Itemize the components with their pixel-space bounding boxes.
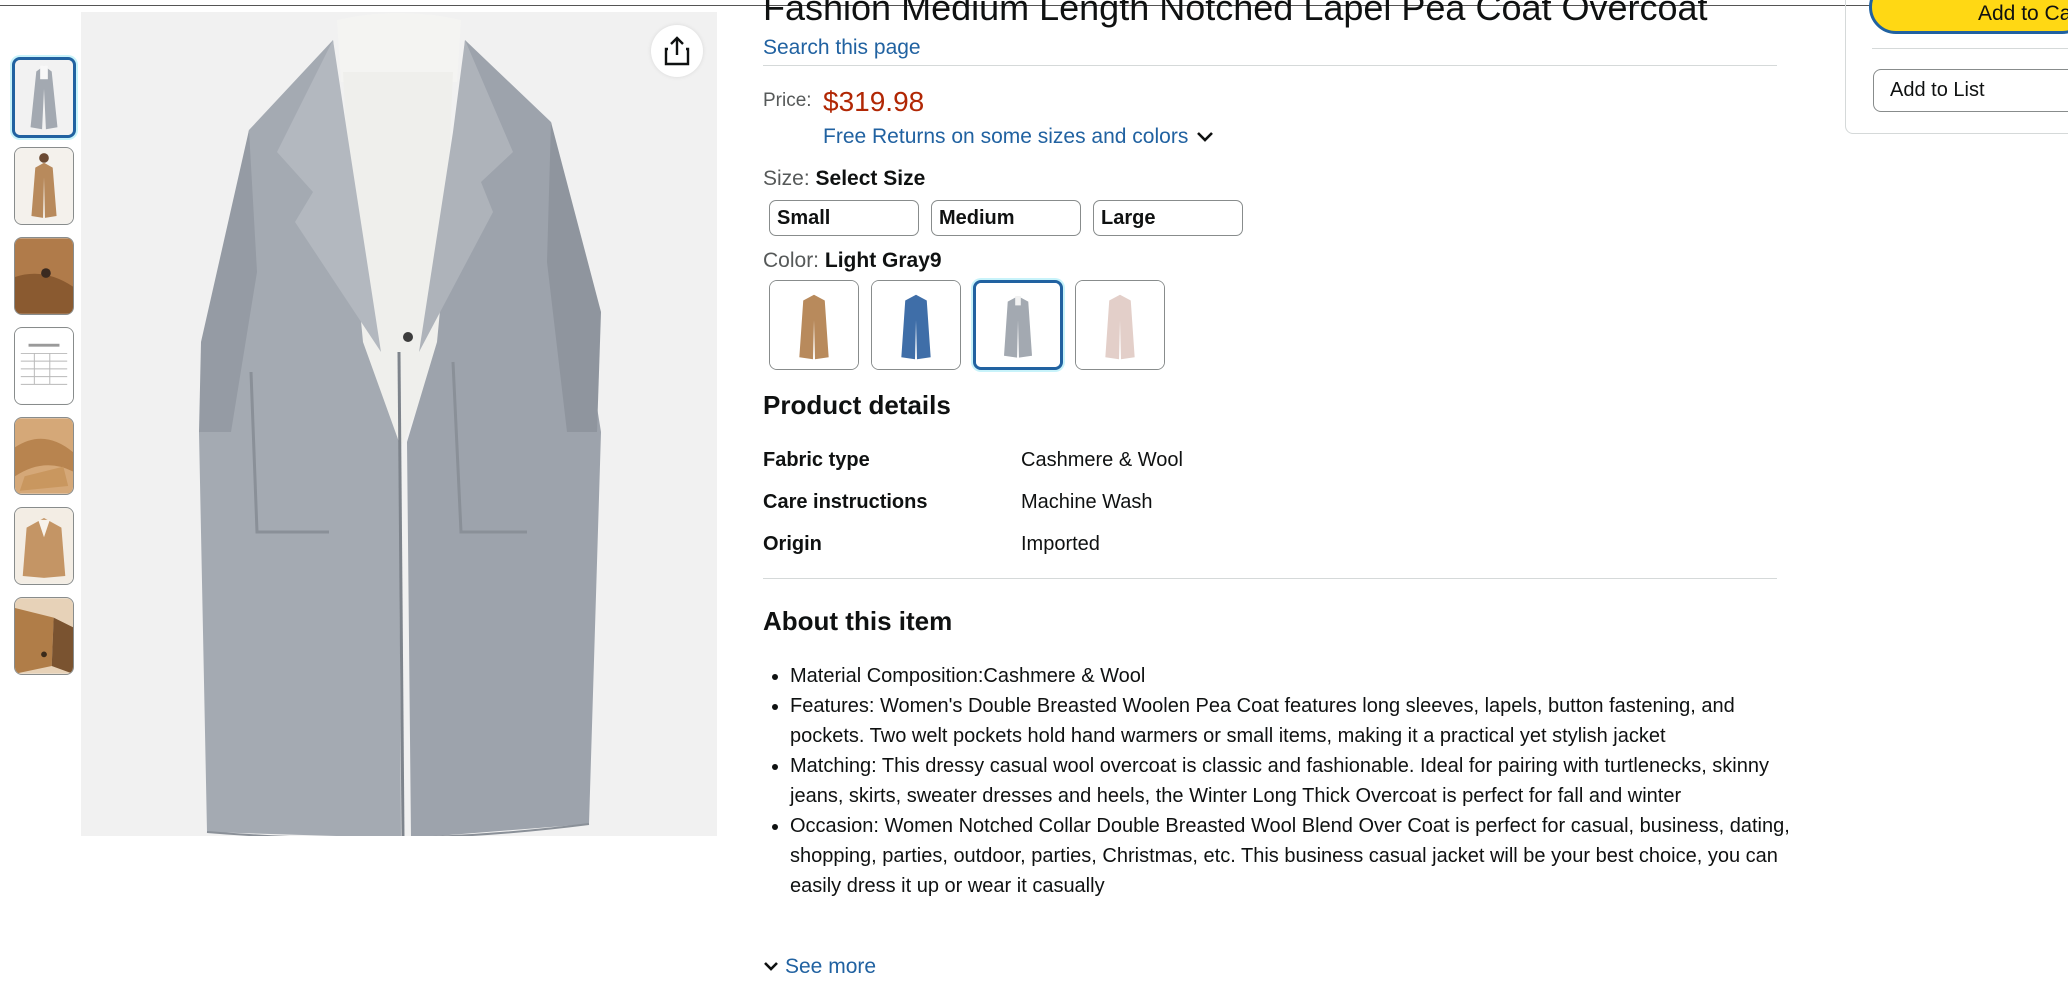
add-to-list-button[interactable]: Add to List (1873, 69, 2068, 112)
thumbnail-camel-coat-detail[interactable] (14, 597, 74, 675)
size-label: Size: (763, 167, 810, 190)
chevron-down-icon (1197, 132, 1214, 142)
detail-key-origin: Origin (763, 533, 822, 555)
detail-value-fabric-type: Cashmere & Wool (1021, 449, 1183, 471)
color-selected-value: Light Gray9 (824, 249, 942, 272)
detail-key-care-instructions: Care instructions (763, 491, 928, 513)
chevron-down-icon (764, 962, 778, 971)
detail-key-fabric-type: Fabric type (763, 449, 870, 471)
color-swatch-blue[interactable] (871, 280, 961, 370)
color-swatch-light-gray[interactable] (973, 280, 1063, 370)
list-item: Features: Women's Double Breasted Woolen… (790, 691, 1790, 751)
main-product-image[interactable] (81, 12, 717, 836)
list-item: Occasion: Women Notched Collar Double Br… (790, 811, 1790, 901)
share-icon (664, 36, 690, 66)
detail-value-care-instructions: Machine Wash (1021, 491, 1153, 513)
size-selector-label: Size: Select Size (763, 167, 925, 191)
share-button[interactable] (651, 25, 703, 77)
detail-value-origin: Imported (1021, 533, 1100, 555)
list-item: Matching: This dressy casual wool overco… (790, 751, 1790, 811)
about-bullet-list: Material Composition:Cashmere & Wool Fea… (790, 661, 1790, 901)
size-option-small[interactable]: Small (769, 200, 919, 236)
thumbnail-camel-coat-hanger[interactable] (14, 507, 74, 585)
price-label: Price: (763, 90, 812, 111)
divider (1872, 48, 2068, 49)
size-selected-value: Select Size (815, 167, 926, 190)
thumbnail-camel-fabric-fold[interactable] (14, 417, 74, 495)
content-fade-overlay (763, 920, 1777, 956)
thumbnail-camel-button-detail[interactable] (14, 237, 74, 315)
add-to-cart-button[interactable]: Add to Cart (1869, 0, 2068, 34)
see-more-text: See more (785, 955, 877, 978)
free-returns-text: Free Returns on some sizes and colors (823, 125, 1189, 148)
search-this-page-link[interactable]: Search this page (763, 36, 921, 60)
about-this-item-heading: About this item (763, 606, 953, 636)
size-option-medium[interactable]: Medium (931, 200, 1081, 236)
divider (763, 578, 1777, 579)
thumbnail-size-chart[interactable] (14, 327, 74, 405)
size-option-large[interactable]: Large (1093, 200, 1243, 236)
product-details-heading: Product details (763, 390, 951, 420)
thumbnail-gray-coat-front[interactable] (12, 57, 76, 138)
free-returns-link[interactable]: Free Returns on some sizes and colors (823, 125, 1214, 149)
product-title: Fashion Medium Length Notched Lapel Pea … (763, 0, 1708, 28)
see-more-link[interactable]: See more (763, 955, 876, 979)
color-swatch-pink[interactable] (1075, 280, 1165, 370)
divider (763, 65, 1777, 66)
color-swatch-camel[interactable] (769, 280, 859, 370)
color-label: Color: (763, 249, 820, 272)
thumbnail-camel-coat-model[interactable] (14, 147, 74, 225)
color-selector-label: Color: Light Gray9 (763, 249, 942, 273)
list-item: Material Composition:Cashmere & Wool (790, 661, 1790, 691)
price-value: $319.98 (823, 86, 925, 117)
